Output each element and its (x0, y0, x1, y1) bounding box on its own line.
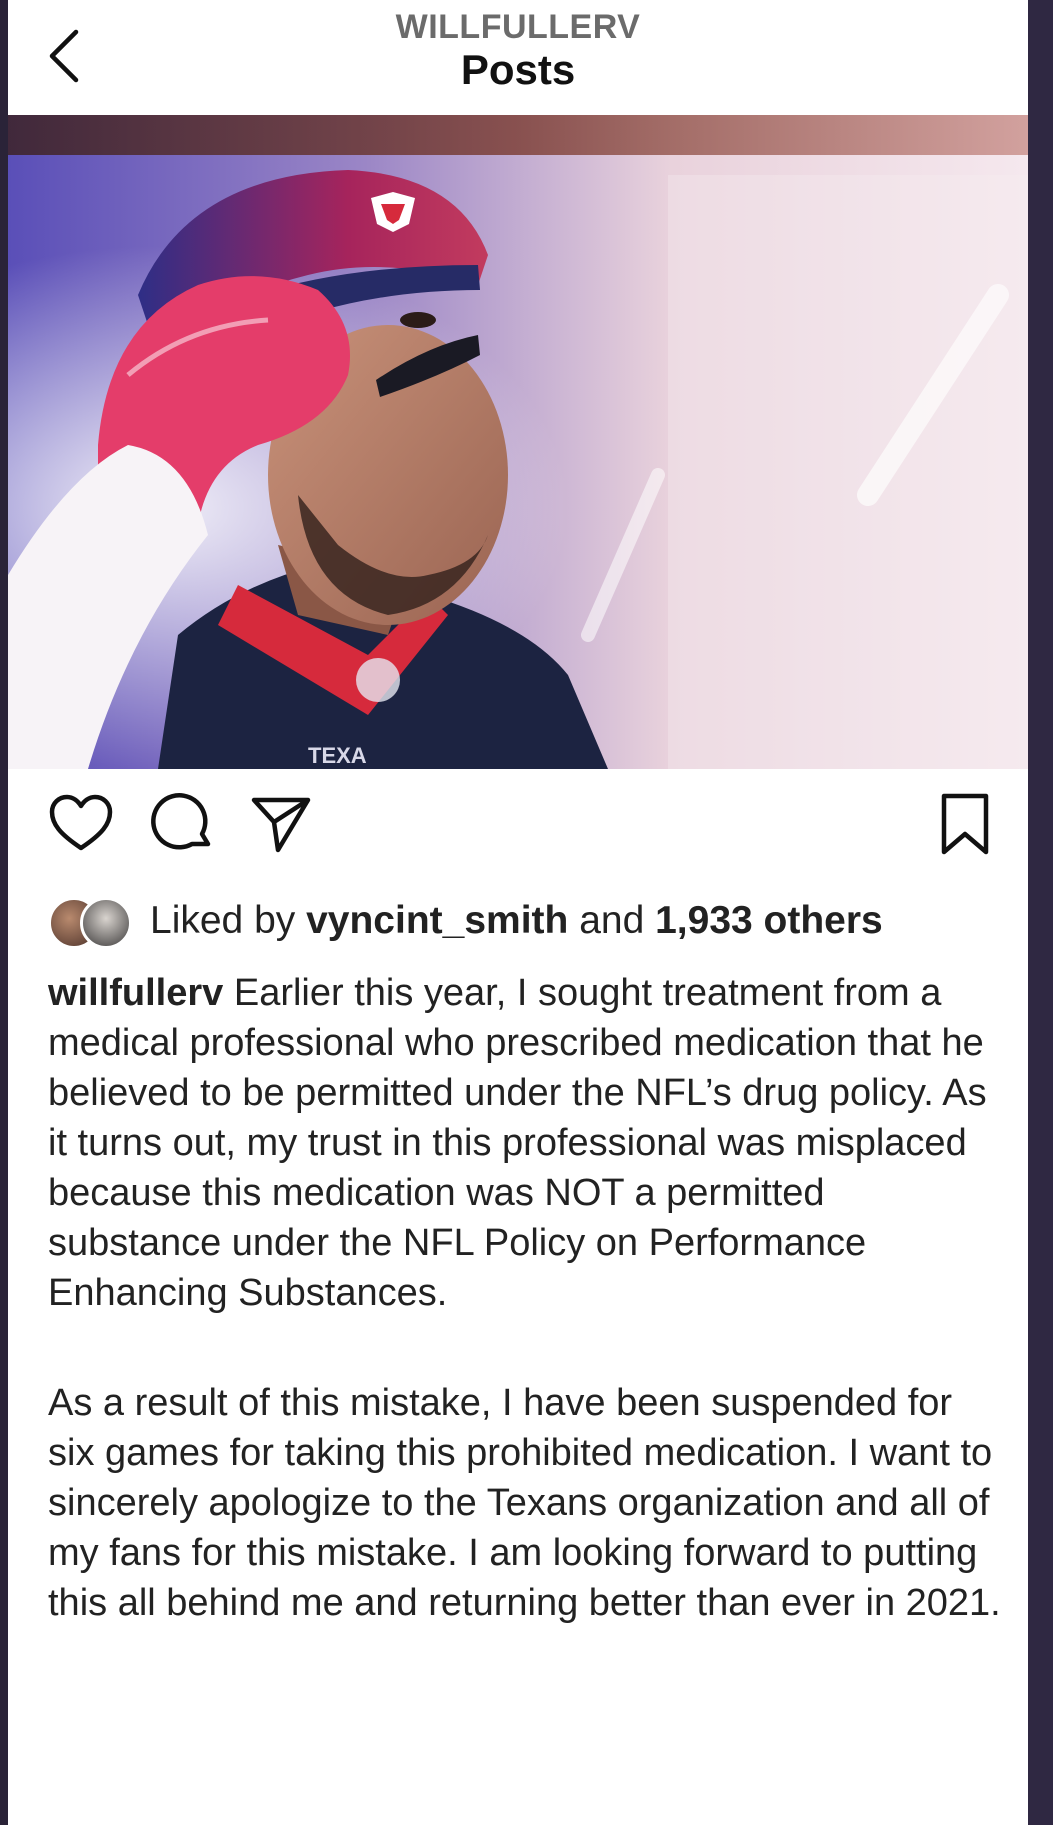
likes-count-link[interactable]: 1,933 others (655, 899, 883, 942)
avatar (80, 897, 132, 949)
post-image[interactable]: TEXA (8, 115, 1028, 769)
heart-icon (49, 794, 113, 851)
svg-text:TEXA: TEXA (308, 743, 367, 768)
likes-summary: Liked by vyncint_smith and 1,933 others (48, 895, 1008, 955)
post-panel: WILLFULLERV Posts TEXA Liked by vyncint_… (8, 0, 1028, 1825)
save-button[interactable] (930, 790, 1000, 860)
comment-button[interactable] (148, 790, 218, 860)
player-photo: TEXA (8, 115, 1028, 769)
send-icon (251, 797, 311, 853)
like-button[interactable] (46, 790, 116, 860)
action-bar (8, 790, 1028, 870)
caption-paragraph-1: willfullerv Earlier this year, I sought … (48, 968, 1008, 1318)
right-edge (1028, 0, 1053, 1825)
caption-paragraph-2: As a result of this mistake, I have been… (48, 1382, 1001, 1624)
header-bar: WILLFULLERV Posts (8, 0, 1028, 115)
likes-middle: and (568, 899, 656, 942)
caption-username[interactable]: willfullerv (48, 972, 223, 1014)
likes-prefix: Liked by (150, 899, 307, 942)
bookmark-icon (941, 793, 989, 855)
caption-text-1: Earlier this year, I sought treatment fr… (48, 972, 987, 1314)
left-edge (0, 0, 8, 1825)
likes-text: Liked by vyncint_smith and 1,933 others (150, 899, 883, 943)
header-username: WILLFULLERV (395, 8, 641, 46)
liker-username-link[interactable]: vyncint_smith (306, 899, 568, 942)
comment-icon (151, 793, 211, 850)
page-title: Posts (460, 46, 576, 93)
liker-avatars[interactable] (48, 897, 138, 949)
post-caption: willfullerv Earlier this year, I sought … (48, 968, 1008, 1628)
share-button[interactable] (246, 790, 316, 860)
